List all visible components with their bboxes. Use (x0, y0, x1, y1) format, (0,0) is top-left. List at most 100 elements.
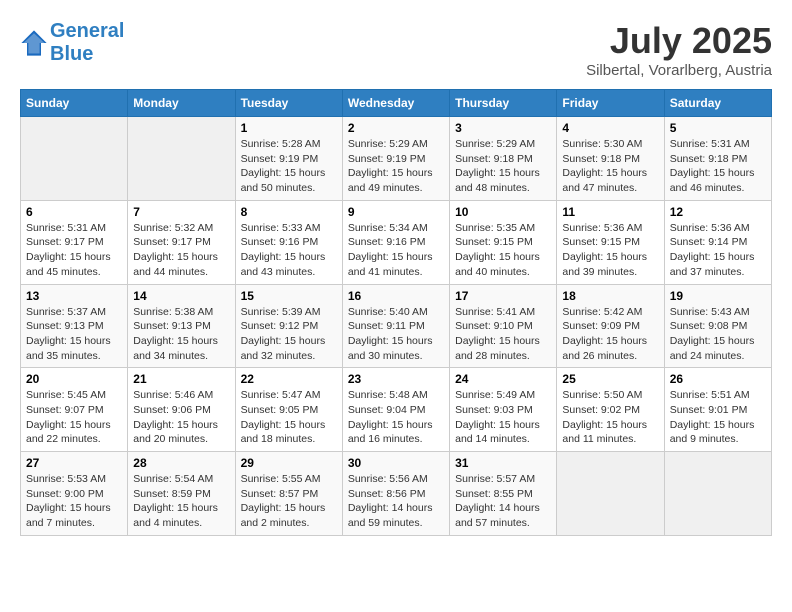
calendar-cell: 25 Sunrise: 5:50 AMSunset: 9:02 PMDayligh… (557, 368, 664, 452)
day-number: 18 (562, 289, 658, 303)
calendar-cell: 22 Sunrise: 5:47 AMSunset: 9:05 PMDayligh… (235, 368, 342, 452)
day-number: 29 (241, 456, 337, 470)
day-info: Sunrise: 5:47 AMSunset: 9:05 PMDaylight:… (241, 388, 337, 447)
day-number: 9 (348, 205, 444, 219)
day-info: Sunrise: 5:38 AMSunset: 9:13 PMDaylight:… (133, 305, 229, 364)
day-number: 22 (241, 372, 337, 386)
calendar-cell: 8 Sunrise: 5:33 AMSunset: 9:16 PMDaylight… (235, 200, 342, 284)
day-info: Sunrise: 5:45 AMSunset: 9:07 PMDaylight:… (26, 388, 122, 447)
day-info: Sunrise: 5:54 AMSunset: 8:59 PMDaylight:… (133, 472, 229, 531)
day-info: Sunrise: 5:40 AMSunset: 9:11 PMDaylight:… (348, 305, 444, 364)
week-row-5: 27Sunrise: 5:53 AMSunset: 9:00 PMDayligh… (21, 452, 772, 536)
weekday-header-monday: Monday (128, 90, 235, 117)
weekday-header-thursday: Thursday (450, 90, 557, 117)
day-info: Sunrise: 5:56 AMSunset: 8:56 PMDaylight:… (348, 472, 444, 531)
day-number: 3 (455, 121, 551, 135)
calendar-cell: 2 Sunrise: 5:29 AMSunset: 9:19 PMDaylight… (342, 117, 449, 201)
logo: General Blue (20, 20, 124, 66)
day-number: 28 (133, 456, 229, 470)
month-title: July 2025 (586, 20, 772, 62)
calendar-cell: 4 Sunrise: 5:30 AMSunset: 9:18 PMDaylight… (557, 117, 664, 201)
day-number: 24 (455, 372, 551, 386)
weekday-header-wednesday: Wednesday (342, 90, 449, 117)
day-number: 8 (241, 205, 337, 219)
day-number: 27 (26, 456, 122, 470)
logo-icon (20, 29, 48, 57)
day-info: Sunrise: 5:29 AMSunset: 9:19 PMDaylight:… (348, 137, 444, 196)
day-info: Sunrise: 5:51 AMSunset: 9:01 PMDaylight:… (670, 388, 766, 447)
calendar-cell: 12Sunrise: 5:36 AMSunset: 9:14 PMDayligh… (664, 200, 771, 284)
day-number: 14 (133, 289, 229, 303)
day-number: 26 (670, 372, 766, 386)
day-info: Sunrise: 5:55 AMSunset: 8:57 PMDaylight:… (241, 472, 337, 531)
day-number: 4 (562, 121, 658, 135)
week-row-3: 13 Sunrise: 5:37 AMSunset: 9:13 PMDayligh… (21, 284, 772, 368)
calendar-cell: 30 Sunrise: 5:56 AMSunset: 8:56 PMDayligh… (342, 452, 449, 536)
weekday-header-sunday: Sunday (21, 90, 128, 117)
day-info: Sunrise: 5:34 AMSunset: 9:16 PMDaylight:… (348, 221, 444, 280)
day-info: Sunrise: 5:29 AMSunset: 9:18 PMDaylight:… (455, 137, 551, 196)
day-info: Sunrise: 5:42 AMSunset: 9:09 PMDaylight:… (562, 305, 658, 364)
day-info: Sunrise: 5:33 AMSunset: 9:16 PMDaylight:… (241, 221, 337, 280)
calendar-cell: 10 Sunrise: 5:35 AMSunset: 9:15 PMDayligh… (450, 200, 557, 284)
calendar-cell: 16 Sunrise: 5:40 AMSunset: 9:11 PMDayligh… (342, 284, 449, 368)
day-info: Sunrise: 5:50 AMSunset: 9:02 PMDaylight:… (562, 388, 658, 447)
day-number: 10 (455, 205, 551, 219)
calendar-cell: 11Sunrise: 5:36 AMSunset: 9:15 PMDayligh… (557, 200, 664, 284)
day-info: Sunrise: 5:49 AMSunset: 9:03 PMDaylight:… (455, 388, 551, 447)
day-info: Sunrise: 5:31 AMSunset: 9:18 PMDaylight:… (670, 137, 766, 196)
calendar-cell: 23Sunrise: 5:48 AMSunset: 9:04 PMDayligh… (342, 368, 449, 452)
day-number: 20 (26, 372, 122, 386)
calendar-cell: 17 Sunrise: 5:41 AMSunset: 9:10 PMDayligh… (450, 284, 557, 368)
calendar-cell (128, 117, 235, 201)
calendar-cell (664, 452, 771, 536)
day-number: 17 (455, 289, 551, 303)
header: General Blue July 2025 Silbertal, Vorarl… (20, 20, 772, 79)
day-number: 21 (133, 372, 229, 386)
calendar-cell: 15 Sunrise: 5:39 AMSunset: 9:12 PMDayligh… (235, 284, 342, 368)
calendar-cell: 14 Sunrise: 5:38 AMSunset: 9:13 PMDayligh… (128, 284, 235, 368)
day-info: Sunrise: 5:35 AMSunset: 9:15 PMDaylight:… (455, 221, 551, 280)
day-number: 13 (26, 289, 122, 303)
day-number: 25 (562, 372, 658, 386)
calendar-cell: 19Sunrise: 5:43 AMSunset: 9:08 PMDayligh… (664, 284, 771, 368)
calendar-cell (557, 452, 664, 536)
day-number: 7 (133, 205, 229, 219)
calendar-cell: 7 Sunrise: 5:32 AMSunset: 9:17 PMDaylight… (128, 200, 235, 284)
day-number: 23 (348, 372, 444, 386)
week-row-2: 6 Sunrise: 5:31 AMSunset: 9:17 PMDaylight… (21, 200, 772, 284)
calendar-cell: 21Sunrise: 5:46 AMSunset: 9:06 PMDayligh… (128, 368, 235, 452)
day-info: Sunrise: 5:30 AMSunset: 9:18 PMDaylight:… (562, 137, 658, 196)
day-info: Sunrise: 5:32 AMSunset: 9:17 PMDaylight:… (133, 221, 229, 280)
calendar-cell: 31 Sunrise: 5:57 AMSunset: 8:55 PMDayligh… (450, 452, 557, 536)
week-row-4: 20 Sunrise: 5:45 AMSunset: 9:07 PMDayligh… (21, 368, 772, 452)
weekday-header-tuesday: Tuesday (235, 90, 342, 117)
day-number: 2 (348, 121, 444, 135)
day-number: 15 (241, 289, 337, 303)
day-info: Sunrise: 5:36 AMSunset: 9:14 PMDaylight:… (670, 221, 766, 280)
calendar-cell (21, 117, 128, 201)
calendar-cell: 1Sunrise: 5:28 AMSunset: 9:19 PMDaylight… (235, 117, 342, 201)
day-info: Sunrise: 5:43 AMSunset: 9:08 PMDaylight:… (670, 305, 766, 364)
day-number: 30 (348, 456, 444, 470)
calendar-cell: 5Sunrise: 5:31 AMSunset: 9:18 PMDaylight… (664, 117, 771, 201)
day-number: 1 (241, 121, 337, 135)
day-info: Sunrise: 5:31 AMSunset: 9:17 PMDaylight:… (26, 221, 122, 280)
calendar-cell: 18 Sunrise: 5:42 AMSunset: 9:09 PMDayligh… (557, 284, 664, 368)
day-number: 16 (348, 289, 444, 303)
day-info: Sunrise: 5:39 AMSunset: 9:12 PMDaylight:… (241, 305, 337, 364)
day-info: Sunrise: 5:37 AMSunset: 9:13 PMDaylight:… (26, 305, 122, 364)
day-info: Sunrise: 5:41 AMSunset: 9:10 PMDaylight:… (455, 305, 551, 364)
weekday-header-friday: Friday (557, 90, 664, 117)
title-area: July 2025 Silbertal, Vorarlberg, Austria (586, 20, 772, 79)
calendar-cell: 27Sunrise: 5:53 AMSunset: 9:00 PMDayligh… (21, 452, 128, 536)
calendar-cell: 3 Sunrise: 5:29 AMSunset: 9:18 PMDaylight… (450, 117, 557, 201)
calendar-cell: 29 Sunrise: 5:55 AMSunset: 8:57 PMDayligh… (235, 452, 342, 536)
day-info: Sunrise: 5:57 AMSunset: 8:55 PMDaylight:… (455, 472, 551, 531)
week-row-1: 1Sunrise: 5:28 AMSunset: 9:19 PMDaylight… (21, 117, 772, 201)
day-number: 6 (26, 205, 122, 219)
calendar-cell: 6 Sunrise: 5:31 AMSunset: 9:17 PMDaylight… (21, 200, 128, 284)
weekday-header-row: SundayMondayTuesdayWednesdayThursdayFrid… (21, 90, 772, 117)
day-number: 31 (455, 456, 551, 470)
calendar-cell: 26 Sunrise: 5:51 AMSunset: 9:01 PMDayligh… (664, 368, 771, 452)
